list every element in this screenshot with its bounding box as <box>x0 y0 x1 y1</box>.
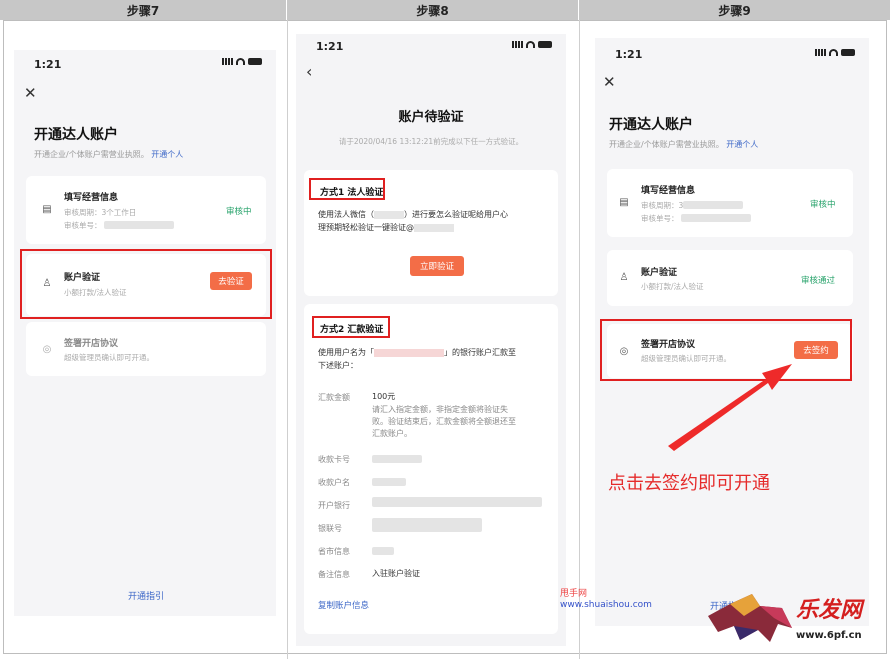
arrow-annotation <box>668 364 792 451</box>
watermark-name: 甩手网 <box>560 589 588 599</box>
horse-logo-icon <box>708 594 792 642</box>
tutorial-collage: 步骤7 步骤8 步骤9 1:21 ✕ 开通达人账户 开通企业/个体账户需营业执照… <box>0 0 891 659</box>
watermark-url: www.shuaishou.com <box>560 600 652 610</box>
arrow-icon <box>668 364 792 451</box>
instruction-annotation: 点击去签约即可开通 <box>608 473 770 494</box>
logo-text: 乐发网 <box>796 597 863 623</box>
logo-url: www.6pf.cn <box>796 630 862 641</box>
